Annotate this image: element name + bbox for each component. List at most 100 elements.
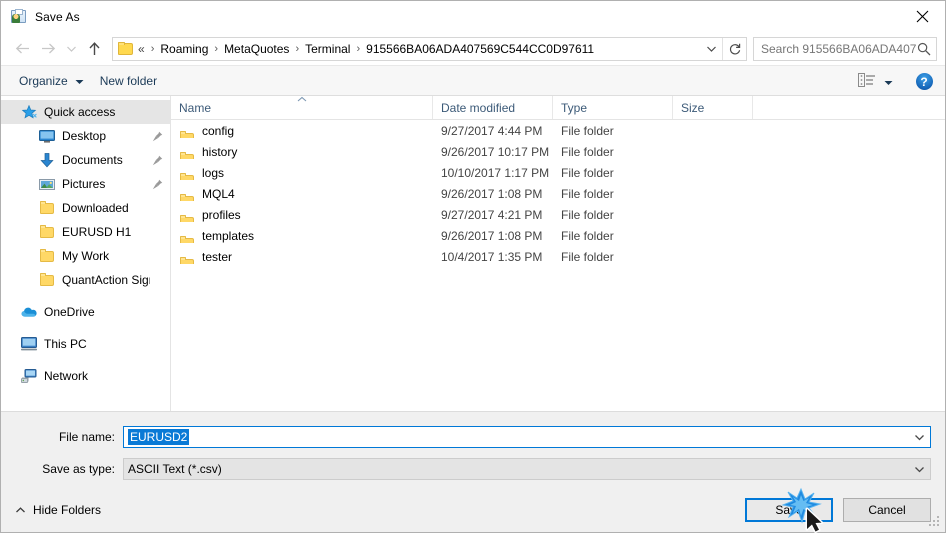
cancel-button[interactable]: Cancel [843,498,931,522]
onedrive-icon [19,306,39,318]
save-form-panel: File name: EURUSD2 Save as type: ASCII T… [1,411,945,532]
breadcrumb-item-0[interactable]: Roaming [157,40,211,58]
filename-chevron-down-icon[interactable] [908,427,930,447]
sidebar-item-my-work[interactable]: My Work [1,244,170,268]
sidebar-item-downloaded[interactable]: Downloaded [1,196,170,220]
file-name-cell: history [171,145,433,159]
column-header-label: Date modified [441,100,516,115]
view-options-button[interactable] [854,70,897,94]
back-icon[interactable] [9,36,35,62]
folder-icon [37,273,57,287]
breadcrumb-item-3[interactable]: 915566BA06ADA407569C544CC0D97611 [363,40,597,58]
command-toolbar: Organize New folder ? [1,65,945,96]
file-date-cell: 9/26/2017 1:08 PM [441,228,543,243]
file-date-cell: 9/27/2017 4:44 PM [441,123,543,138]
filetype-chevron-down-icon[interactable] [908,459,930,479]
save-label: Save [775,503,803,517]
sidebar-item-eurusd-h1[interactable]: EURUSD H1 [1,220,170,244]
filename-input[interactable]: EURUSD2 [123,426,931,448]
file-type-cell: File folder [561,186,614,201]
breadcrumb-separator: › [214,42,219,55]
file-date-cell: 9/26/2017 1:08 PM [441,186,543,201]
pin-icon[interactable] [150,131,164,142]
organize-button[interactable]: Organize [11,69,92,93]
table-row[interactable]: tester 10/4/2017 1:35 PM File folder [171,246,945,267]
file-name-label: logs [202,165,225,180]
file-date-cell: 9/26/2017 10:17 PM [441,144,550,159]
file-type-cell: File folder [561,249,614,264]
file-name-cell: config [171,124,433,138]
file-name-cell: logs [171,166,433,180]
column-header-name[interactable]: Name [171,96,433,119]
table-row[interactable]: config 9/27/2017 4:44 PM File folder [171,120,945,141]
resize-grip[interactable] [929,516,941,528]
breadcrumb-overflow[interactable]: « [137,40,148,58]
save-button[interactable]: Save [745,498,833,522]
sidebar-item-quick-access[interactable]: Quick access [1,100,170,124]
new-folder-label: New folder [99,73,158,88]
pin-icon[interactable] [150,179,164,190]
filetype-select[interactable]: ASCII Text (*.csv) [123,458,931,480]
sidebar-item-this-pc[interactable]: This PC [1,332,170,356]
filetype-label: Save as type: [42,462,115,476]
filetype-value: ASCII Text (*.csv) [128,462,222,476]
sidebar-item-label: Documents [62,153,123,167]
file-name-label: tester [202,249,233,264]
column-header-type[interactable]: Type [553,96,673,119]
recent-locations-chevron-down-icon[interactable] [61,36,81,62]
hide-folders-button[interactable]: Hide Folders [15,488,101,532]
sidebar-item-label: Pictures [62,177,106,191]
help-button[interactable]: ? [911,70,937,94]
address-chevron-down-icon[interactable] [700,38,722,60]
table-row[interactable]: templates 9/26/2017 1:08 PM File folder [171,225,945,246]
forward-icon[interactable] [35,36,61,62]
save-as-icon [11,8,27,25]
breadcrumb: « › Roaming › MetaQuotes › Terminal › 91… [137,40,700,58]
sidebar-item-label: Downloaded [62,201,129,215]
sidebar-item-label: My Work [62,249,110,263]
column-header-size[interactable]: Size [673,96,753,119]
window-title: Save As [35,9,80,24]
new-folder-button[interactable]: New folder [92,69,165,93]
chevron-down-icon [75,74,84,88]
filetype-row: Save as type: ASCII Text (*.csv) [1,456,945,482]
sidebar-item-label: EURUSD H1 [62,225,132,239]
breadcrumb-item-2[interactable]: Terminal [302,40,353,58]
list-view-icon [858,73,876,90]
column-header-date-modified[interactable]: Date modified [433,96,553,119]
close-icon[interactable] [899,1,945,32]
sidebar-item-desktop[interactable]: Desktop [1,124,170,148]
address-bar[interactable]: « › Roaming › MetaQuotes › Terminal › 91… [112,36,747,61]
pin-icon[interactable] [150,155,164,166]
folder-icon [37,225,57,239]
search-input[interactable]: Search 915566BA06ADA40756... [753,36,937,61]
sidebar-item-network[interactable]: Network [1,364,170,388]
sidebar-item-label: Quick access [44,105,116,119]
table-row[interactable]: MQL4 9/26/2017 1:08 PM File folder [171,183,945,204]
filename-value: EURUSD2 [128,429,190,445]
breadcrumb-item-1[interactable]: MetaQuotes [221,40,292,58]
table-row[interactable]: profiles 9/27/2017 4:21 PM File folder [171,204,945,225]
desktop-icon [37,129,57,143]
refresh-icon[interactable] [722,37,746,60]
sidebar-item-pictures[interactable]: Pictures [1,172,170,196]
sidebar-item-label: This PC [44,337,87,351]
file-date-cell: 10/10/2017 1:17 PM [441,165,550,180]
file-list-pane: Name Date modified Type Size config 9/27/201… [171,96,945,411]
sidebar-item-onedrive[interactable]: OneDrive [1,300,170,324]
navigation-sidebar[interactable]: Quick access Desktop Documents Pictures Down… [1,96,171,411]
dialog-body: Quick access Desktop Documents Pictures Down… [1,96,945,411]
file-name-label: MQL4 [202,186,235,201]
column-header-label: Type [561,100,588,115]
file-type-cell: File folder [561,144,614,159]
sidebar-item-quantaction-signal[interactable]: QuantAction Signal [1,268,170,292]
file-name-label: config [202,123,235,138]
this-pc-icon [19,337,39,351]
file-rows[interactable]: config 9/27/2017 4:44 PM File folder histor… [171,120,945,411]
up-icon[interactable] [81,36,107,62]
table-row[interactable]: history 9/26/2017 10:17 PM File folder [171,141,945,162]
table-row[interactable]: logs 10/10/2017 1:17 PM File folder [171,162,945,183]
sidebar-item-documents[interactable]: Documents [1,148,170,172]
